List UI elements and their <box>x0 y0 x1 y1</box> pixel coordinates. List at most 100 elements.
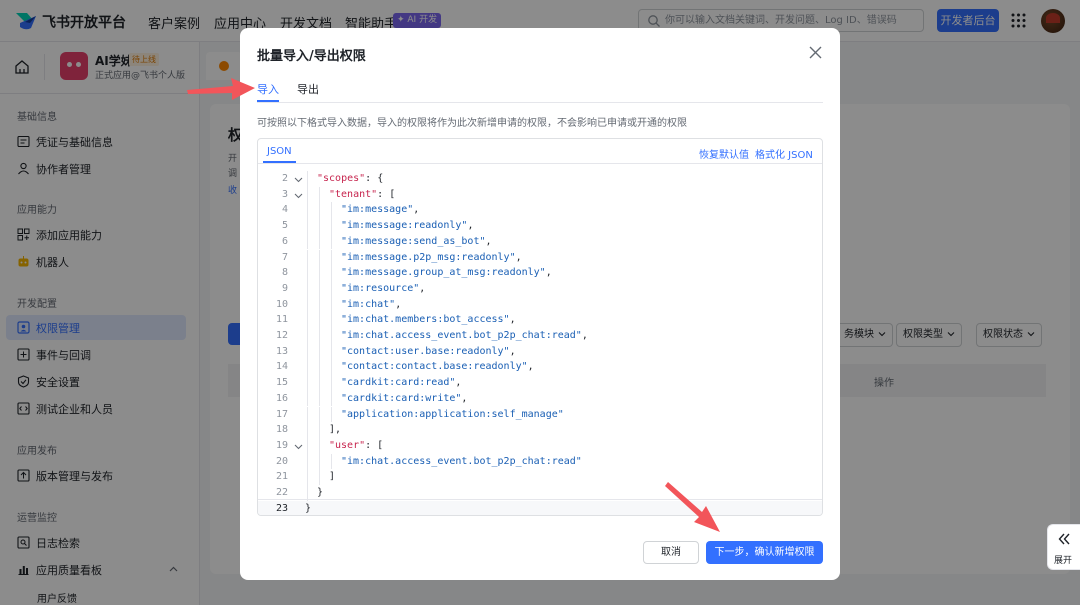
indent-guide <box>319 422 320 438</box>
line-number: 21 <box>275 471 288 483</box>
indent-guide <box>307 265 308 281</box>
indent-guide <box>307 218 308 234</box>
line-number: 20 <box>275 455 288 467</box>
code-line[interactable]: 3 "tenant": [ <box>258 186 822 203</box>
indent-guide <box>319 437 320 454</box>
code-line[interactable]: 15 "cardkit:card:read", <box>258 375 822 391</box>
code-line[interactable]: 6 "im:message:send_as_bot", <box>258 233 822 250</box>
tab-import[interactable]: 导入 <box>257 81 279 97</box>
close-icon[interactable] <box>808 45 823 60</box>
indent-guide <box>331 202 332 219</box>
line-number: 15 <box>275 377 288 389</box>
editor-footer-divider <box>258 499 822 500</box>
code-line[interactable]: 23} <box>258 500 822 515</box>
code-line[interactable]: 13 "contact:user.base:readonly", <box>258 343 822 360</box>
code-text: "cardkit:card:write", <box>341 392 468 404</box>
fold-chevron-icon[interactable] <box>294 175 303 184</box>
code-line[interactable]: 14 "contact:contact.base:readonly", <box>258 359 822 376</box>
code-text: "im:chat", <box>341 298 402 310</box>
code-line[interactable]: 4 "im:message", <box>258 202 822 219</box>
json-editor[interactable]: JSON 恢复默认值 格式化 JSON 2 "scopes": {3 "tenant… <box>257 138 823 516</box>
indent-guide <box>319 390 320 407</box>
fold-chevron-icon[interactable] <box>294 442 303 451</box>
indent-guide <box>319 343 320 360</box>
indent-guide <box>331 233 332 250</box>
line-number: 23 <box>275 502 288 514</box>
code-text: } <box>305 502 312 514</box>
indent-guide <box>307 390 308 407</box>
code-line[interactable]: 10 "im:chat", <box>258 296 822 313</box>
editor-tab-json[interactable]: JSON <box>267 146 292 157</box>
code-line[interactable]: 20 "im:chat.access_event.bot_p2p_chat:rea… <box>258 453 822 470</box>
code-line[interactable]: 2 "scopes": { <box>258 171 822 187</box>
line-number: 9 <box>281 282 288 294</box>
indent-guide <box>307 437 308 454</box>
restore-default-link[interactable]: 恢复默认值 <box>699 146 749 161</box>
code-text: "application:application:self_manage" <box>341 408 564 420</box>
indent-guide <box>331 280 332 297</box>
tabs-divider <box>257 102 823 103</box>
indent-guide <box>331 406 332 423</box>
annotation-arrow-icon <box>665 482 720 532</box>
indent-guide <box>307 422 308 438</box>
indent-guide <box>307 375 308 391</box>
code-line[interactable]: 18], <box>258 422 822 438</box>
code-line[interactable]: 12 "im:chat.access_event.bot_p2p_chat:rea… <box>258 328 822 344</box>
indent-guide <box>319 453 320 470</box>
indent-guide <box>307 343 308 360</box>
indent-guide <box>319 280 320 297</box>
indent-guide <box>319 186 320 203</box>
indent-guide <box>319 312 320 328</box>
indent-guide <box>307 233 308 250</box>
code-line[interactable]: 19 "user": [ <box>258 437 822 454</box>
code-text: "tenant": [ <box>329 188 396 200</box>
indent-guide <box>331 218 332 234</box>
code-text: "im:chat.access_event.bot_p2p_chat:read"… <box>341 330 588 341</box>
line-number: 3 <box>281 188 288 200</box>
editor-header-divider <box>258 163 822 164</box>
line-number: 7 <box>281 251 288 263</box>
indent-guide <box>307 312 308 328</box>
indent-guide <box>331 343 332 360</box>
indent-guide <box>307 171 308 187</box>
line-number: 19 <box>275 439 288 451</box>
code-text: "im:message.p2p_msg:readonly", <box>341 251 522 263</box>
indent-guide <box>307 453 308 470</box>
indent-guide <box>307 406 308 423</box>
format-json-link[interactable]: 格式化 JSON <box>755 146 813 161</box>
cancel-button[interactable]: 取消 <box>643 541 699 564</box>
code-line[interactable]: 11 "im:chat.members:bot_access", <box>258 312 822 328</box>
code-text: "im:chat.members:bot_access", <box>341 314 516 326</box>
indent-guide <box>307 249 308 266</box>
code-line[interactable]: 8 "im:message.group_at_msg:readonly", <box>258 265 822 281</box>
code-text: "im:message", <box>341 204 420 216</box>
code-text: "im:message:send_as_bot", <box>341 235 492 247</box>
code-line[interactable]: 16 "cardkit:card:write", <box>258 390 822 407</box>
annotation-arrow-icon <box>187 78 255 100</box>
fold-chevron-icon[interactable] <box>294 191 303 200</box>
next-confirm-button[interactable]: 下一步，确认新增权限 <box>706 541 823 564</box>
line-number: 16 <box>275 392 288 404</box>
code-line[interactable]: 9 "im:resource", <box>258 280 822 297</box>
expand-label: 展开 <box>1054 556 1073 566</box>
indent-guide <box>307 296 308 313</box>
code-text: ], <box>329 424 342 436</box>
code-text: "im:message.group_at_msg:readonly", <box>341 267 552 279</box>
code-line[interactable]: 21] <box>258 469 822 485</box>
code-line[interactable]: 7 "im:message.p2p_msg:readonly", <box>258 249 822 266</box>
line-number: 11 <box>275 314 288 326</box>
expand-button[interactable]: 展开 <box>1047 524 1080 570</box>
code-text: "im:chat.access_event.bot_p2p_chat:read" <box>341 455 582 467</box>
indent-guide <box>331 390 332 407</box>
line-number: 6 <box>281 235 288 247</box>
dialog-title: 批量导入/导出权限 <box>257 49 366 64</box>
line-number: 17 <box>275 408 288 420</box>
indent-guide <box>331 328 332 344</box>
code-line[interactable]: 5 "im:message:readonly", <box>258 218 822 234</box>
code-line[interactable]: 17 "application:application:self_manage" <box>258 406 822 423</box>
line-number: 14 <box>275 361 288 373</box>
line-number: 12 <box>275 330 288 341</box>
indent-guide <box>331 265 332 281</box>
indent-guide <box>319 469 320 485</box>
tab-export[interactable]: 导出 <box>297 81 319 97</box>
